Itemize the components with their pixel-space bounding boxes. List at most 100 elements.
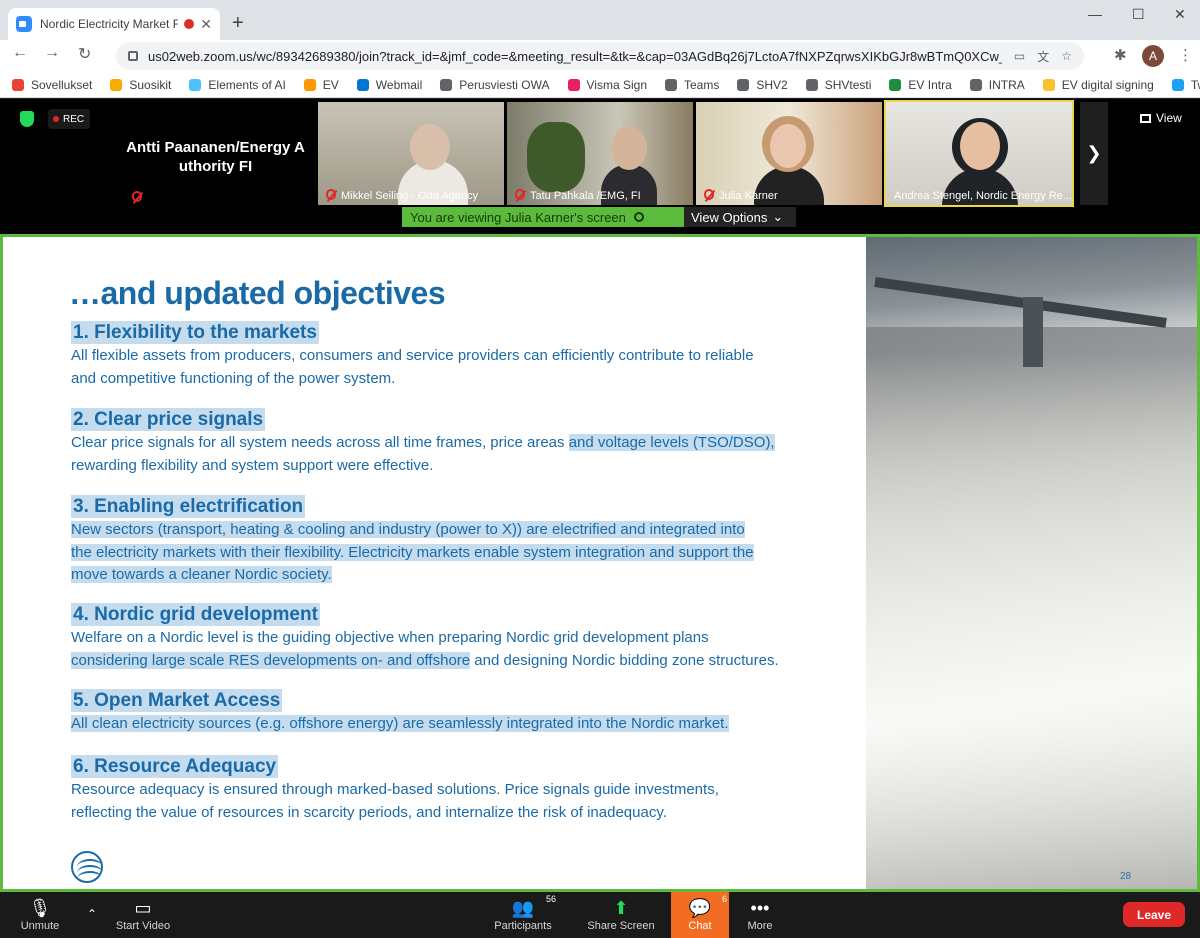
view-label: View: [1156, 111, 1182, 125]
bookmark-item[interactable]: Twitter: [1171, 78, 1200, 92]
bookmark-item[interactable]: Perusviesti OWA: [440, 78, 550, 92]
objective-item: 4. Nordic grid development Welfare on a N…: [71, 603, 851, 671]
muted-mic-icon: [704, 189, 714, 200]
bookmark-item[interactable]: Suosikit: [110, 78, 171, 92]
bookmark-item[interactable]: Teams: [665, 78, 719, 92]
bookmark-item[interactable]: EV digital signing: [1042, 78, 1154, 92]
bookmark-item[interactable]: EV: [303, 77, 339, 92]
chat-button[interactable]: 💬 Chat 6: [671, 892, 729, 938]
encryption-shield-icon[interactable]: [20, 111, 34, 127]
objective-text: and competitive functioning of the power…: [71, 369, 396, 387]
bookmark-item[interactable]: INTRA: [969, 78, 1025, 92]
audio-options-button[interactable]: ⌃: [80, 892, 104, 938]
bookmarks-bar: Sovellukset Suosikit Elements of AI EV Webma…: [0, 72, 1200, 98]
participant-tile-namecard[interactable]: Antti Paananen/Energy A uthority FI: [124, 102, 316, 205]
participant-tile-4-active-speaker[interactable]: Andrea Stengel, Nordic Energy Re...: [884, 100, 1074, 207]
bookmark-item[interactable]: EV Intra: [889, 78, 952, 92]
objective-heading: 5. Open Market Access: [71, 689, 283, 712]
annotate-icon[interactable]: [633, 212, 644, 222]
objective-text-line: Welfare on a Nordic level is the guiding…: [71, 627, 851, 649]
objective-text-line: Clear price signals for all system needs…: [71, 432, 851, 454]
start-video-label: Start Video: [115, 920, 171, 932]
profile-avatar[interactable]: A: [1142, 45, 1164, 67]
address-bar[interactable]: us02web.zoom.us/wc/89342689380/join?trac…: [116, 42, 1084, 70]
window-close-icon[interactable]: ✕: [1174, 6, 1186, 23]
chat-count: 6: [721, 894, 727, 904]
highlighted-text: and voltage levels (TSO/DSO),: [568, 434, 775, 451]
participants-button[interactable]: 👥 Participants 56: [488, 892, 558, 938]
participants-label: Participants: [494, 920, 552, 932]
bookmark-label: SHVtesti: [824, 77, 872, 92]
bookmark-item[interactable]: Sovellukset: [12, 78, 92, 92]
bookmark-label: Suosikit: [129, 77, 172, 92]
bookmark-item[interactable]: Webmail: [356, 78, 422, 92]
participant-figure-head: [960, 122, 1000, 170]
objective-item: 2. Clear price signals Clear price signal…: [71, 408, 851, 476]
participant-tile-2[interactable]: Tatu Pahkala /EMG, FI: [507, 102, 693, 205]
forward-icon[interactable]: →: [44, 44, 60, 62]
reload-icon[interactable]: ↻: [78, 44, 91, 64]
chrome-menu-icon[interactable]: ⋮: [1178, 46, 1193, 64]
objective-text: and designing Nordic bidding zone struct…: [470, 651, 779, 669]
bookmark-label: EV: [322, 77, 339, 92]
objective-text-line: All clean electricity sources (e.g. offs…: [71, 713, 851, 735]
lock-icon: [128, 51, 138, 61]
participant-tile-3[interactable]: Julia Karner: [696, 102, 882, 205]
logo-arc: [77, 871, 101, 881]
participant-name-2: Tatu Pahkala /EMG, FI: [515, 189, 641, 202]
participant-tile-1[interactable]: Mikkel Seiling - Odd Agency: [318, 102, 504, 205]
extensions-icon[interactable]: ✱: [1114, 46, 1127, 64]
view-button[interactable]: View: [1140, 111, 1182, 125]
chevron-down-icon: ⌄: [772, 209, 784, 224]
bookmark-item[interactable]: SHVtesti: [805, 77, 872, 92]
highlighted-text: the electricity markets with their flexi…: [71, 543, 754, 561]
next-page-chevron-icon[interactable]: ❯: [1080, 102, 1108, 205]
bookmark-item[interactable]: Elements of AI: [189, 78, 286, 92]
highlighted-text: All clean electricity sources (e.g. offs…: [71, 715, 729, 732]
leave-meeting-button[interactable]: Leave: [1123, 902, 1185, 927]
share-screen-label: Share Screen: [587, 920, 655, 932]
maximize-icon[interactable]: ☐: [1132, 6, 1145, 23]
share-screen-icon: ⬆: [613, 898, 629, 918]
slide-title: …and updated objectives: [69, 275, 446, 311]
more-button[interactable]: ••• More: [740, 892, 780, 938]
bookmark-favicon-icon: [1042, 78, 1055, 91]
bookmark-item[interactable]: SHV2: [737, 78, 788, 92]
participant-figure-head: [410, 124, 450, 170]
bookmark-label: Teams: [684, 77, 720, 92]
tab-close-icon[interactable]: ✕: [200, 16, 212, 33]
participant-figure-head: [611, 126, 647, 170]
unmute-button[interactable]: 🎙 Unmute: [10, 892, 70, 938]
start-video-button[interactable]: ▭ Start Video: [108, 892, 178, 938]
participants-icon: 👥: [511, 898, 535, 918]
participant-name-4: Andrea Stengel, Nordic Energy Re...: [894, 190, 1072, 202]
view-options-label: View Options: [691, 209, 768, 225]
bookmark-star-icon[interactable]: ☆: [1061, 49, 1072, 63]
chat-label: Chat: [688, 920, 712, 932]
bookmark-item[interactable]: Visma Sign: [567, 78, 647, 92]
back-icon[interactable]: ←: [12, 44, 28, 62]
bookmark-favicon-icon: [303, 78, 316, 91]
recording-badge: REC: [48, 109, 90, 129]
objective-text-line: move towards a cleaner Nordic society.: [71, 564, 851, 586]
muted-mic-icon: [326, 189, 336, 200]
bookmark-favicon-icon: [189, 78, 202, 91]
minimize-icon[interactable]: —: [1088, 6, 1102, 22]
translate-icon[interactable]: 文: [1037, 48, 1049, 65]
cast-icon[interactable]: ▭: [1014, 49, 1025, 63]
bridge-pillar: [1023, 297, 1043, 367]
video-off-icon: ▭: [134, 898, 152, 918]
shared-screen: …and updated objectives 1. Flexibility t…: [0, 234, 1200, 892]
new-tab-icon[interactable]: +: [232, 12, 244, 35]
zoom-participant-strip: REC Antti Paananen/Energy A uthority FI …: [0, 99, 1200, 234]
objective-text: All flexible assets from producers, cons…: [71, 347, 754, 364]
objective-text: Clear price signals for all system needs…: [71, 434, 569, 451]
recording-indicator-icon: [184, 19, 195, 29]
plant-shape: [527, 122, 585, 192]
objective-text: Welfare on a Nordic level is the guiding…: [71, 629, 709, 646]
browser-tab[interactable]: Nordic Electricity Market For ✕: [8, 8, 220, 40]
bookmark-favicon-icon: [110, 78, 123, 91]
view-options-button[interactable]: View Options ⌄: [684, 207, 796, 227]
share-screen-button[interactable]: ⬆ Share Screen: [584, 892, 658, 938]
browser-toolbar: ← → ↻ us02web.zoom.us/wc/89342689380/joi…: [0, 40, 1200, 72]
